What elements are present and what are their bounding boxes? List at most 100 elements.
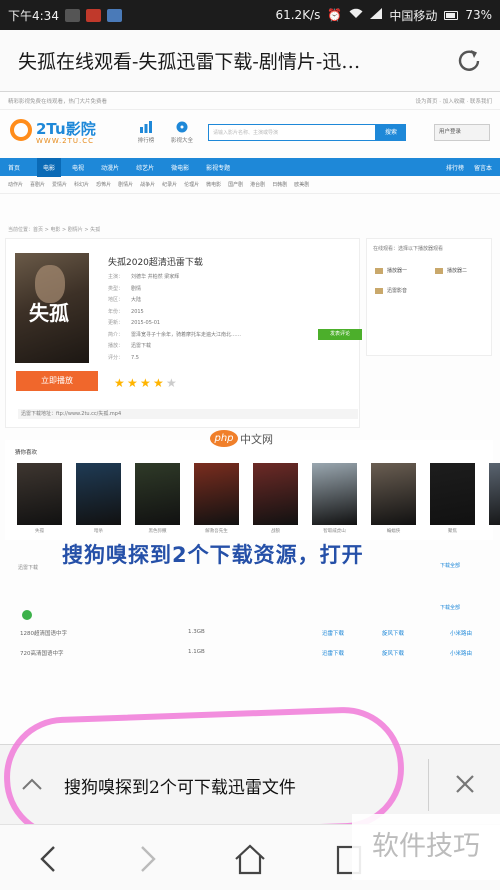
movie-meta-row: 年份： 2015 — [108, 308, 353, 315]
subnav-item[interactable]: 爱情片 — [52, 181, 67, 188]
ranking-link[interactable]: 排行榜 — [128, 120, 164, 144]
meta-key: 评分： — [108, 354, 124, 361]
rating-stars[interactable]: ★ ★ ★ ★ ★ — [114, 377, 178, 389]
source-size: 1.1GB — [188, 649, 205, 655]
battery-icon — [444, 10, 459, 20]
battery-level: 73% — [465, 8, 492, 22]
star-icon[interactable]: ★ — [166, 377, 178, 389]
star-icon[interactable]: ★ — [127, 377, 139, 389]
source-a[interactable]: 迅雷下载 — [322, 649, 344, 657]
subnav-item[interactable]: 战争片 — [140, 181, 155, 188]
download-source-row[interactable]: 720高清国语中字 1.1GB 迅雷下载 旋风下载 小米路由 — [10, 645, 490, 661]
star-icon[interactable]: ★ — [140, 377, 152, 389]
related-thumbnail[interactable] — [17, 463, 62, 525]
topline-right[interactable]: 设为首页 · 加入收藏 · 联系我们 — [416, 97, 493, 105]
back-icon[interactable] — [30, 841, 66, 877]
address-bar[interactable]: 失孤在线观看-失孤迅雷下载-剧情片-迅… — [0, 30, 500, 92]
player-label: 播放器一 — [387, 268, 408, 274]
related-thumbnail[interactable] — [489, 463, 500, 525]
related-caption[interactable]: 战狼 — [253, 528, 298, 534]
nav-right-item[interactable]: 排行榜 — [446, 163, 464, 172]
play-now-button[interactable]: 立即播放 — [16, 371, 98, 391]
post-comment-button[interactable]: 发表评论 — [318, 329, 362, 340]
meta-key: 类型： — [108, 285, 124, 292]
web-page: 精彩影视免费在线观看，热门大片免费看 设为首页 · 加入收藏 · 联系我们 2T… — [0, 92, 500, 744]
nav-item[interactable]: 综艺片 — [136, 163, 154, 172]
page-title[interactable]: 失孤在线观看-失孤迅雷下载-剧情片-迅… — [18, 47, 428, 74]
subnav-item[interactable]: 日韩剧 — [272, 181, 287, 188]
related-thumbnail[interactable] — [253, 463, 298, 525]
download-all-link-2[interactable]: 下载全部 — [440, 604, 460, 611]
related-caption[interactable]: 黑色弥撒 — [135, 528, 180, 534]
movie-meta-row: 类型： 剧情 — [108, 285, 353, 292]
meta-key: 更新： — [108, 320, 124, 326]
nav-right-item[interactable]: 留言本 — [474, 163, 492, 172]
subnav-item[interactable]: 剧情片 — [118, 181, 133, 188]
related-thumbnail[interactable] — [371, 463, 416, 525]
logo-text: 2Tu影院 — [36, 120, 96, 138]
source-a[interactable]: 迅雷下载 — [322, 629, 344, 637]
download-source-row[interactable]: 1280超清国语中字 1.3GB 迅雷下载 旋风下载 小米路由 — [10, 625, 490, 641]
nav-item[interactable]: 影视专题 — [206, 163, 230, 172]
subnav-item[interactable]: 喜剧片 — [30, 181, 45, 188]
download-all-link[interactable]: 下载全部 — [440, 562, 460, 569]
subnav-item[interactable]: 微电影 — [206, 181, 221, 188]
nav-item[interactable]: 动漫片 — [101, 163, 119, 172]
status-time: 下午4:34 — [8, 8, 59, 23]
subnav-item[interactable]: 伦理片 — [184, 181, 199, 188]
subnav-item[interactable]: 恐怖片 — [96, 181, 111, 188]
nav-item[interactable]: 首页 — [8, 163, 20, 172]
login-dropdown[interactable]: 用户登录 — [434, 123, 490, 141]
download-address[interactable]: 迅雷下载地址：ftp://www.2tu.cc/失孤.mp4 — [18, 409, 358, 419]
source-c[interactable]: 小米路由 — [450, 649, 472, 657]
player-option-3[interactable]: 迅雷影音 — [375, 287, 427, 294]
site-subnav: 动作片 喜剧片 爱情片 科幻片 恐怖片 剧情片 战争片 纪录片 伦理片 微电影 国产剧 港台剧 日韩剧欧… — [0, 176, 500, 194]
related-thumbnail[interactable] — [430, 463, 475, 525]
nav-right: 排行榜 留言本 — [446, 163, 492, 172]
subnav-item[interactable]: 国产剧 — [228, 181, 243, 188]
star-icon[interactable]: ★ — [114, 377, 126, 389]
subnav-item[interactable]: 港台剧 — [250, 181, 265, 188]
subnav-item[interactable]: 动作片 — [8, 181, 23, 188]
related-caption[interactable]: 解救吾先生 — [194, 528, 239, 534]
source-b[interactable]: 旋风下载 — [382, 649, 404, 657]
site-search-input[interactable]: 请输入影片名称、主演或导演 — [208, 123, 376, 141]
related-thumbnail[interactable] — [194, 463, 239, 525]
source-b[interactable]: 旋风下载 — [382, 629, 404, 637]
player-icon — [375, 267, 383, 274]
related-thumbnail[interactable] — [135, 463, 180, 525]
related-caption[interactable]: 暗杀 — [76, 528, 121, 534]
subnav-item[interactable]: 纪录片 — [162, 181, 177, 188]
source-c[interactable]: 小米路由 — [450, 629, 472, 637]
catalog-label: 影视大全 — [170, 137, 193, 144]
meta-value: 2015-05-01 — [131, 320, 161, 326]
subnav-item[interactable]: 科幻片 — [74, 181, 89, 188]
related-caption[interactable]: 蝙蝠侠 — [371, 528, 416, 534]
star-icon[interactable]: ★ — [153, 377, 165, 389]
related-thumbnail[interactable] — [76, 463, 121, 525]
home-icon[interactable] — [232, 841, 268, 877]
player-label: 迅雷影音 — [387, 288, 408, 294]
movie-poster[interactable]: 失孤 — [15, 253, 89, 363]
reload-button[interactable] — [452, 44, 486, 78]
movie-detail-panel: 失孤 立即播放 失孤2020超清迅雷下载 主演： 刘德华 井柏然 梁家辉 类型： 剧情… — [5, 238, 362, 428]
site-search-button[interactable]: 搜索 — [376, 123, 406, 141]
subnav-item[interactable]: 欧美剧 — [294, 181, 309, 188]
related-caption[interactable]: 失孤 — [17, 528, 62, 534]
movie-meta-row: 简介： 雷泽宽寻子十余年，骑着摩托车走遍大江南北…… — [108, 331, 353, 338]
related-caption[interactable]: 聚焦 — [430, 528, 475, 534]
nav-item[interactable]: 电视 — [72, 163, 84, 172]
related-caption[interactable]: 智取威虎山 — [312, 528, 357, 534]
nav-item[interactable]: 微电影 — [171, 163, 189, 172]
site-logo[interactable]: 2Tu影院 WWW.2TU.CC — [10, 115, 128, 149]
catalog-link[interactable]: 影视大全 — [164, 121, 200, 144]
nav-item[interactable]: 电影 — [37, 157, 62, 177]
alarm-icon: ⏰ — [327, 8, 343, 22]
player-option-2[interactable]: 播放器二 — [435, 267, 487, 274]
forward-icon[interactable] — [130, 841, 166, 877]
related-thumbnail[interactable] — [312, 463, 357, 525]
player-option-1[interactable]: 播放器一 — [375, 267, 427, 274]
close-icon[interactable] — [450, 769, 480, 799]
meta-value: 大陆 — [131, 297, 142, 303]
related-caption[interactable]: 少年班 — [489, 528, 500, 534]
